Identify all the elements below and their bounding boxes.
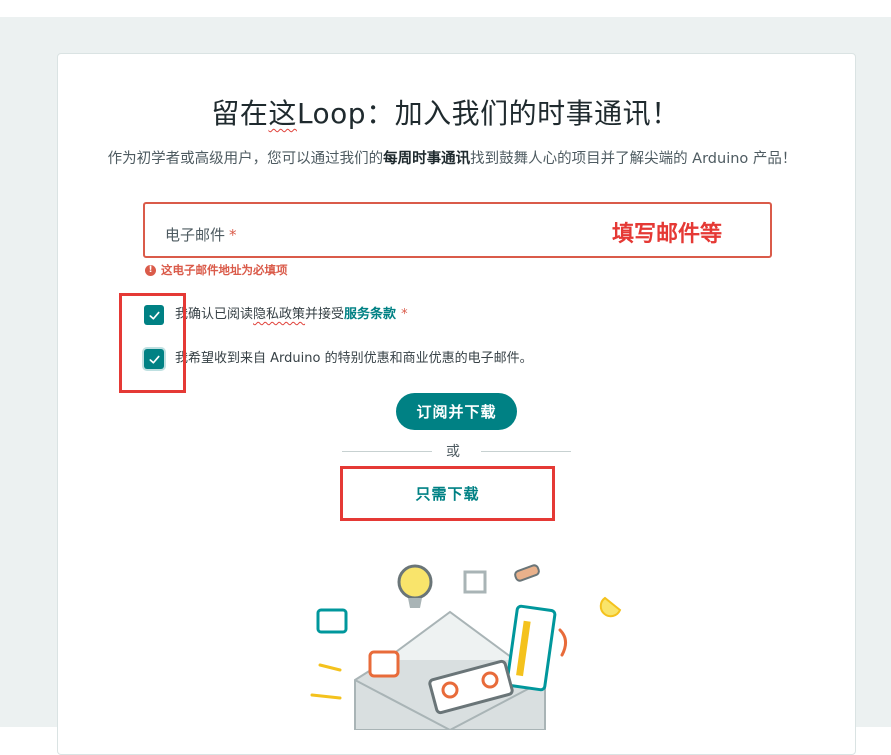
arduino-envelope-illustration xyxy=(310,564,622,730)
offers-checkbox-label: 我希望收到来自 Arduino 的特别优惠和商业优惠的电子邮件。 xyxy=(175,351,533,366)
exclamation-circle-icon: ! xyxy=(145,264,156,276)
or-separator: 或 xyxy=(446,444,460,460)
terms-checkbox-label: 我确认已阅读隐私政策并接受服务条款 * xyxy=(175,307,408,322)
annotation-checkbox-highlight xyxy=(119,293,186,393)
divider-right xyxy=(481,451,571,452)
top-bar xyxy=(0,0,891,17)
divider-left xyxy=(342,451,432,452)
email-error-message: ! 这电子邮件地址为必填项 xyxy=(145,262,288,278)
email-field-label: 电子邮件 * xyxy=(165,226,237,244)
page-title: 留在这Loop：加入我们的时事通讯！ xyxy=(211,97,680,130)
page-subtitle: 作为初学者或高级用户，您可以通过我们的每周时事通讯找到鼓舞人心的项目并了解尖端的… xyxy=(107,151,797,167)
subscribe-download-button[interactable]: 订阅并下载 xyxy=(396,393,517,430)
annotation-email-note: 填写邮件等 xyxy=(612,222,723,247)
annotation-download-highlight xyxy=(340,466,555,521)
terms-of-service-link[interactable]: 服务条款 xyxy=(344,307,396,322)
